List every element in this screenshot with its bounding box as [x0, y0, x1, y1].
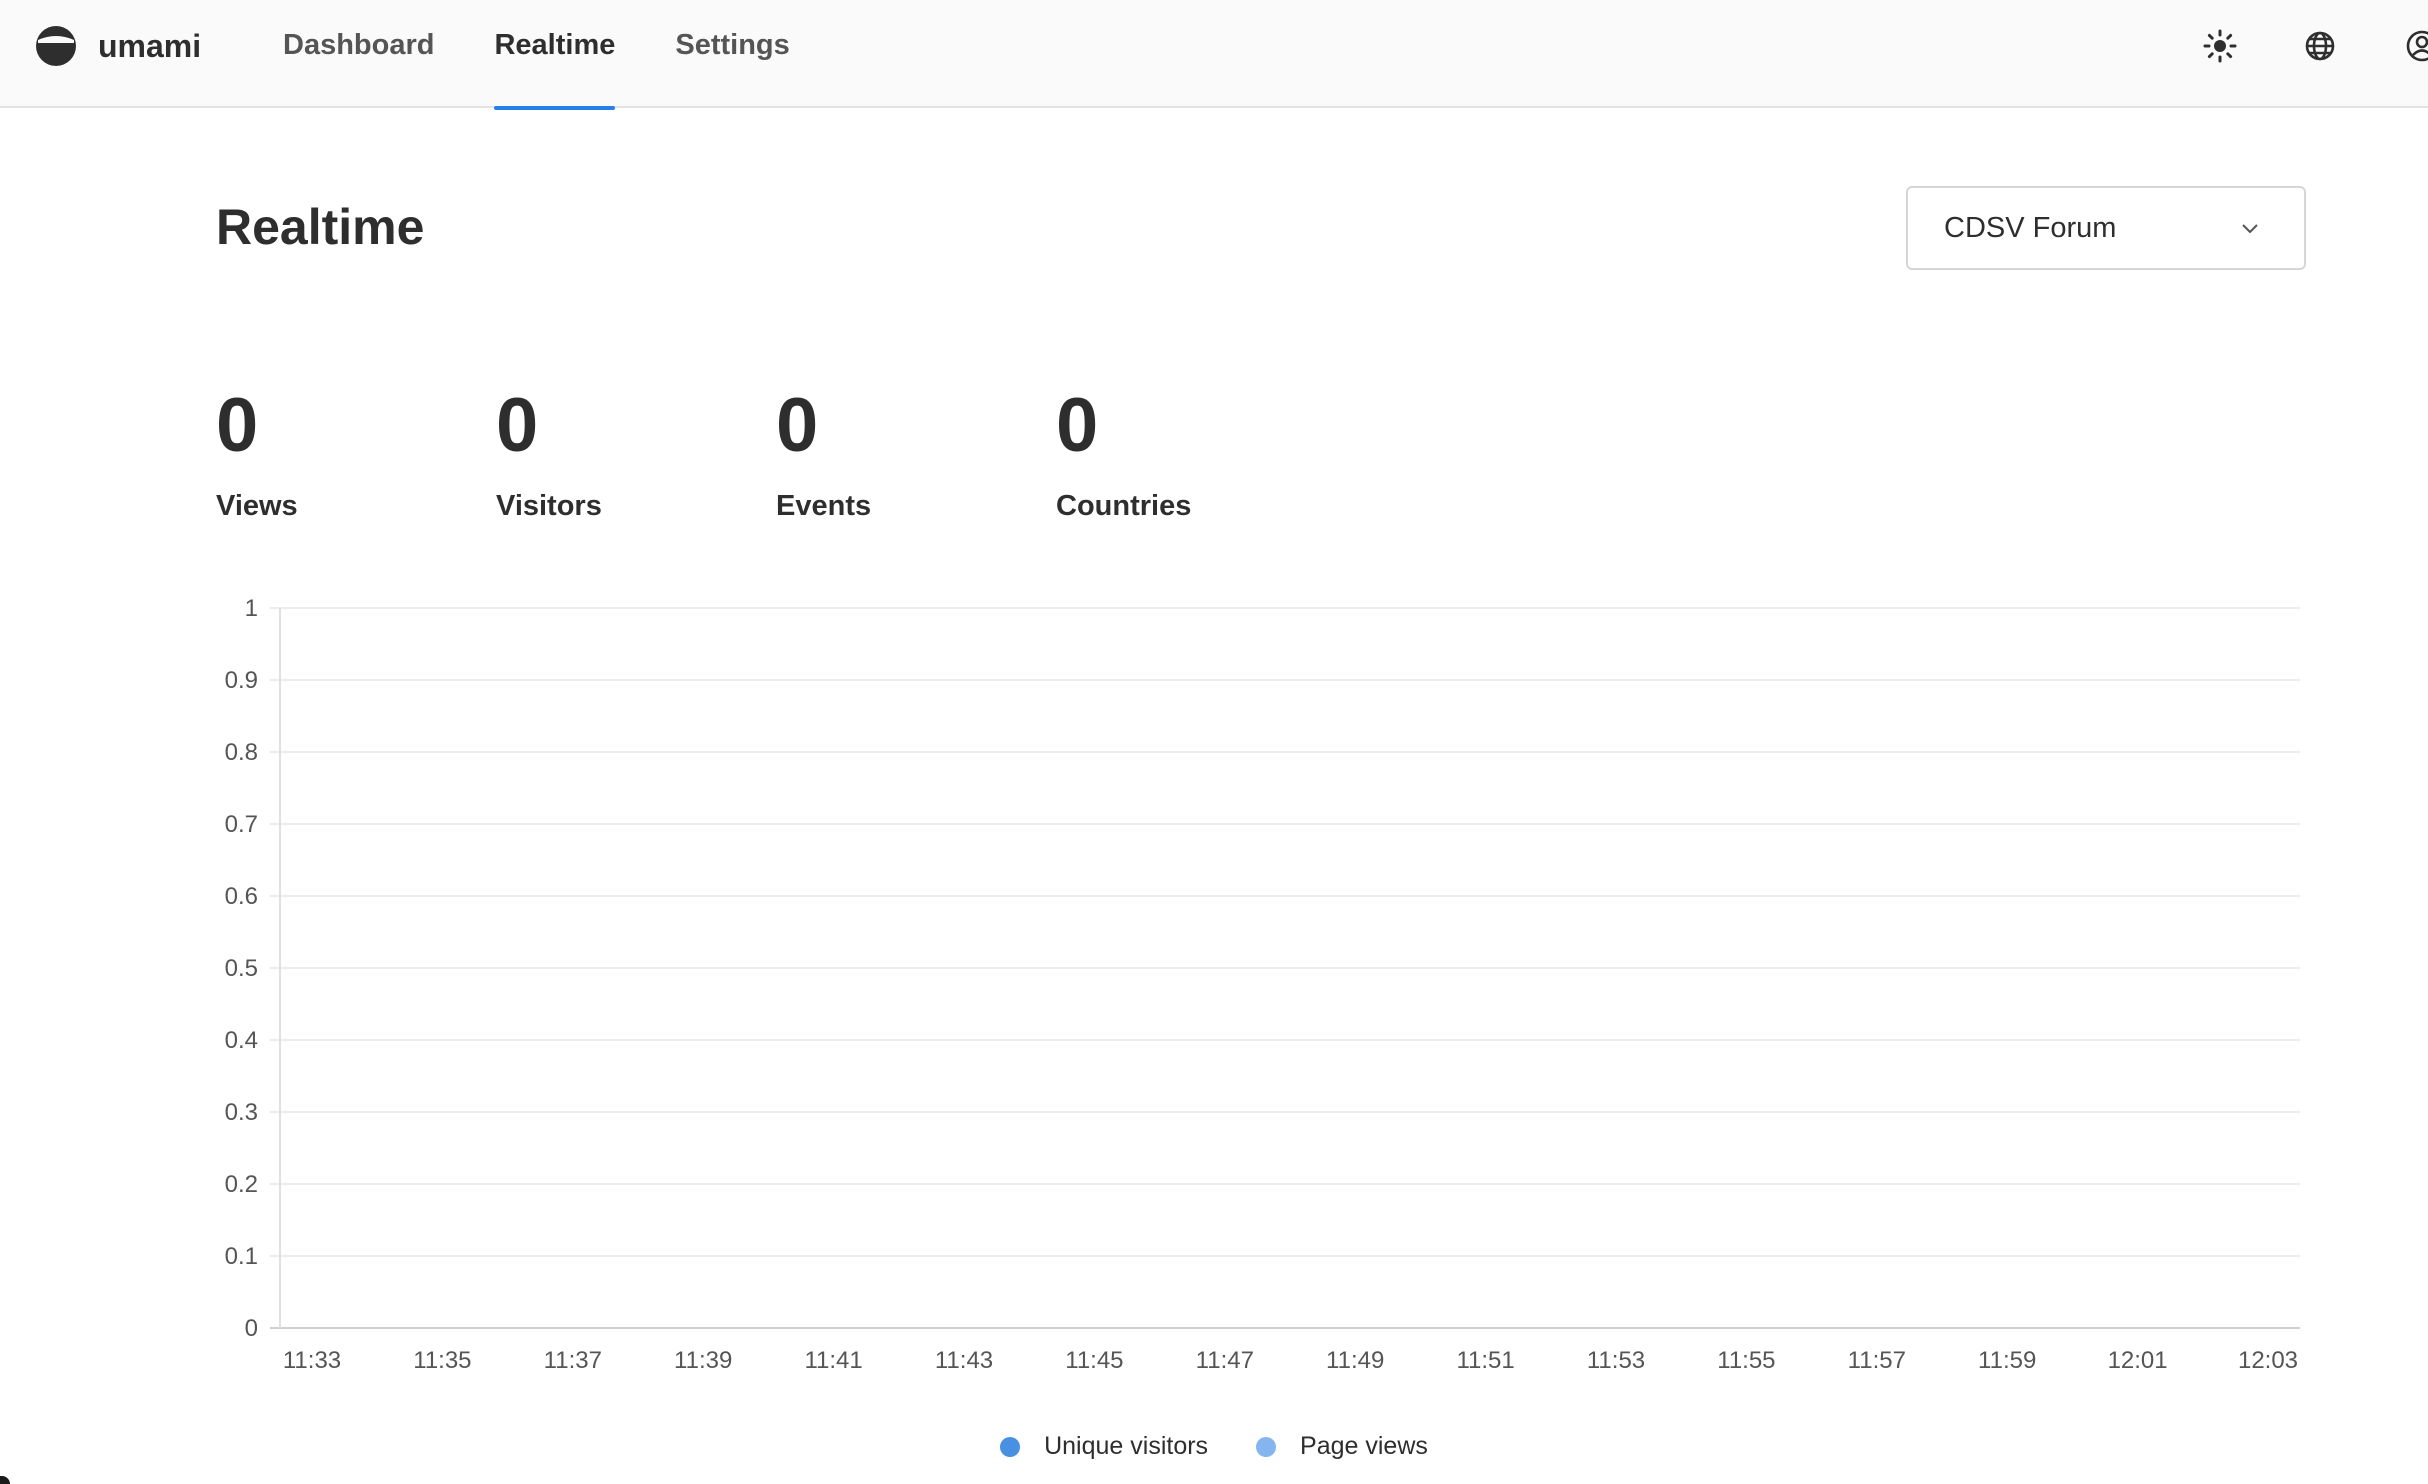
realtime-chart: 0 0.1 0.2 0.3 0.4 0.5 0.6 0.7 0.8 0.9 1 11:33 11:35 1…: [200, 586, 2320, 1396]
sun-icon: [2203, 29, 2237, 63]
brand[interactable]: umami: [34, 24, 201, 68]
x-tick-label: 11:55: [1717, 1347, 1775, 1374]
profile-button[interactable]: [2404, 28, 2428, 64]
x-tick-label: 12:01: [2108, 1347, 2168, 1374]
metric-events-value: 0: [776, 383, 819, 468]
metric-countries-value: 0: [1056, 383, 1099, 468]
y-tick-label: 0.2: [225, 1171, 258, 1198]
legend-unique-visitors[interactable]: Unique visitors: [1000, 1432, 1208, 1461]
metric-visitors: 0 Visitors: [496, 380, 602, 523]
x-tick-label: 11:41: [804, 1347, 862, 1374]
chevron-down-icon: [2242, 224, 2258, 234]
metric-views-value: 0: [216, 383, 259, 468]
window-corner: [0, 1476, 10, 1484]
legend-unique-visitors-swatch: [1000, 1436, 1021, 1457]
x-tick-label: 11:37: [544, 1347, 602, 1374]
y-tick-label: 0.4: [225, 1027, 258, 1054]
umami-logo-icon: [36, 26, 76, 66]
metric-visitors-value: 0: [496, 383, 539, 468]
x-tick-label: 12:03: [2238, 1347, 2298, 1374]
y-tick-label: 0.6: [225, 883, 258, 910]
y-tick-label: 1: [245, 595, 258, 622]
x-tick-label: 11:45: [1065, 1347, 1123, 1374]
metric-events-label: Events: [776, 490, 872, 522]
y-tick-label: 0.5: [225, 955, 258, 982]
legend-page-views[interactable]: Page views: [1256, 1432, 1428, 1461]
legend-page-views-label: Page views: [1300, 1432, 1428, 1460]
website-select[interactable]: CDSV Forum: [1906, 186, 2306, 270]
x-tick-label: 11:33: [283, 1347, 341, 1374]
legend-page-views-swatch: [1256, 1436, 1277, 1457]
metric-countries: 0 Countries: [1056, 380, 1191, 523]
y-tick-label: 0.8: [225, 739, 258, 766]
main-nav: Dashboard Realtime Settings: [283, 0, 850, 110]
metric-events: 0 Events: [776, 380, 871, 523]
y-tick-label: 0.3: [225, 1099, 258, 1126]
y-tick-label: 0.7: [225, 811, 258, 838]
website-select-value: CDSV Forum: [1944, 212, 2117, 244]
x-tick-label: 11:59: [1978, 1347, 2036, 1374]
x-tick-label: 11:47: [1196, 1347, 1254, 1374]
y-tick-label: 0.1: [225, 1243, 258, 1270]
globe-icon: [2305, 31, 2335, 61]
app-name: umami: [98, 27, 202, 64]
y-tick-label: 0.9: [225, 667, 258, 694]
chart-legend: Unique visitors Page views: [0, 1432, 2428, 1461]
theme-toggle-button[interactable]: [2202, 28, 2238, 64]
page-title: Realtime: [216, 199, 425, 255]
x-tick-label: 11:49: [1326, 1347, 1384, 1374]
x-tick-label: 11:53: [1587, 1347, 1645, 1374]
legend-unique-visitors-label: Unique visitors: [1044, 1432, 1209, 1460]
metric-countries-label: Countries: [1056, 490, 1192, 522]
x-tick-label: 11:39: [674, 1347, 732, 1374]
language-button[interactable]: [2302, 28, 2338, 64]
x-tick-label: 11:51: [1456, 1347, 1514, 1374]
y-tick-label: 0: [245, 1315, 258, 1342]
realtime-chart-svg: 0 0.1 0.2 0.3 0.4 0.5 0.6 0.7 0.8 0.9 1 11:33 11:35 1…: [225, 595, 2300, 1374]
nav-realtime-label: Realtime: [494, 28, 616, 61]
user-icon: [2406, 30, 2428, 62]
top-bar: umami Dashboard Realtime Settings: [0, 0, 2428, 110]
nav-dashboard-label: Dashboard: [283, 28, 435, 61]
x-tick-label: 11:35: [413, 1347, 471, 1374]
nav-settings-label: Settings: [675, 28, 790, 61]
nav-dashboard[interactable]: Dashboard: [283, 0, 434, 108]
metric-views: 0 Views: [216, 380, 298, 523]
metric-views-label: Views: [216, 490, 298, 522]
x-tick-label: 11:57: [1848, 1347, 1906, 1374]
x-tick-label: 11:43: [935, 1347, 993, 1374]
metric-visitors-label: Visitors: [496, 490, 602, 522]
nav-realtime[interactable]: Realtime: [494, 0, 616, 110]
nav-settings[interactable]: Settings: [675, 0, 789, 108]
